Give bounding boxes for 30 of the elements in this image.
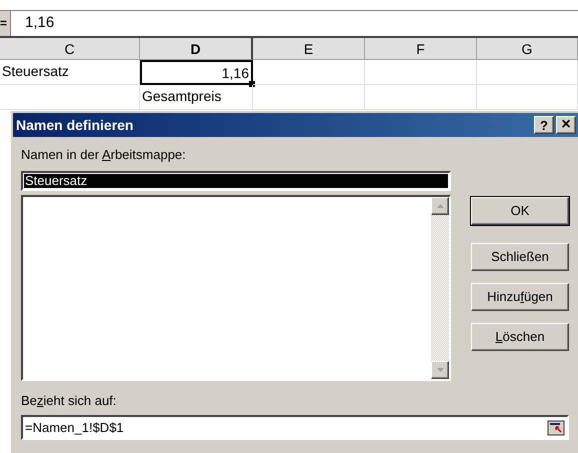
scroll-up-button[interactable] xyxy=(431,196,449,214)
table-cell[interactable]: Steuersatz xyxy=(0,60,140,85)
name-field[interactable]: Steuersatz xyxy=(21,170,451,190)
table-cell[interactable] xyxy=(365,60,477,85)
dialog-button[interactable]: Hinzufügen xyxy=(471,283,569,311)
table-cell[interactable] xyxy=(253,60,365,85)
column-header[interactable]: E xyxy=(253,38,365,60)
table-cell[interactable]: 1,16 xyxy=(140,60,253,85)
formula-field[interactable]: 1,16 xyxy=(10,11,578,36)
dialog-button[interactable]: Schließen xyxy=(471,243,569,271)
names-label: Namen in der Arbeitsmappe: xyxy=(21,146,187,164)
close-button[interactable]: × xyxy=(556,116,576,134)
dialog-button[interactable]: OK xyxy=(471,197,569,225)
window-title: Namen definieren xyxy=(16,116,134,134)
scrollbar[interactable] xyxy=(431,196,449,378)
refers-label: Bezieht sich auf: xyxy=(21,392,118,410)
table-cell[interactable] xyxy=(477,60,578,85)
scroll-down-button[interactable] xyxy=(431,360,449,378)
refers-value: =Namen_1!$D$1 xyxy=(25,418,124,437)
collapse-dialog-icon[interactable] xyxy=(547,420,565,436)
dialog-button[interactable]: Löschen xyxy=(471,323,569,351)
column-header[interactable]: D xyxy=(140,38,253,60)
up-arrow-icon xyxy=(436,204,444,208)
column-header[interactable]: G xyxy=(477,38,578,60)
help-button[interactable]: ? xyxy=(534,116,554,134)
column-header[interactable]: C xyxy=(0,38,140,60)
column-header[interactable]: F xyxy=(365,38,477,60)
equals-icon[interactable]: = xyxy=(0,11,10,36)
refers-field[interactable]: =Namen_1!$D$1 xyxy=(21,415,569,440)
down-arrow-icon xyxy=(436,368,444,372)
